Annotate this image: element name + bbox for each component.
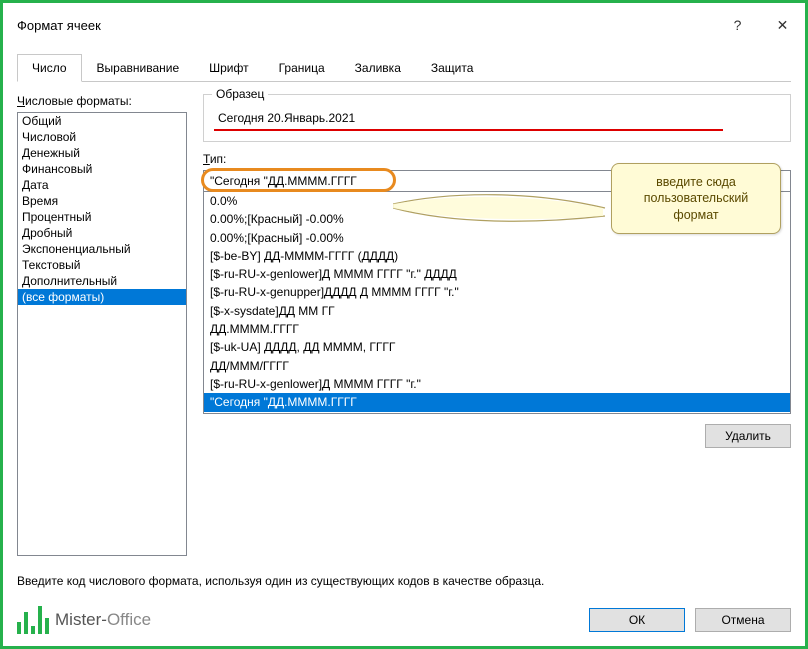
delete-button[interactable]: Удалить <box>705 424 791 448</box>
titlebar: Формат ячеек ? ✕ <box>3 3 805 47</box>
list-item[interactable]: Текстовый <box>18 257 186 273</box>
cancel-button[interactable]: Отмена <box>695 608 791 632</box>
list-item[interactable]: [$-ru-RU-x-genupper]ДДДД Д ММММ ГГГГ "г.… <box>204 283 790 301</box>
ok-button[interactable]: ОК <box>589 608 685 632</box>
list-item[interactable]: Общий <box>18 113 186 129</box>
category-label: Числовые форматы: <box>17 94 187 108</box>
list-item[interactable]: (все форматы) <box>18 289 186 305</box>
list-item[interactable]: [$-ru-RU-x-genlower]Д ММММ ГГГГ "г." ДДД… <box>204 265 790 283</box>
tab-защита[interactable]: Защита <box>416 54 489 82</box>
list-item[interactable]: ДД.ММММ.ГГГГ <box>204 320 790 338</box>
sample-legend: Образец <box>212 87 268 101</box>
hint-text: Введите код числового формата, используя… <box>17 574 791 588</box>
help-icon: ? <box>734 17 742 33</box>
list-item[interactable]: Денежный <box>18 145 186 161</box>
logo: Mister-Office <box>17 606 151 634</box>
list-item[interactable]: [$-x-sysdate]ДД ММ ГГ <box>204 302 790 320</box>
list-item[interactable]: Дата <box>18 177 186 193</box>
close-button[interactable]: ✕ <box>760 11 805 39</box>
tab-шрифт[interactable]: Шрифт <box>194 54 263 82</box>
list-item[interactable]: [$-ru-RU-x-genlower]Д ММММ ГГГГ "г." <box>204 375 790 393</box>
help-button[interactable]: ? <box>715 11 760 39</box>
tab-выравнивание[interactable]: Выравнивание <box>82 54 195 82</box>
list-item[interactable]: Экспоненциальный <box>18 241 186 257</box>
logo-text: Mister-Office <box>55 610 151 630</box>
dialog-window: Формат ячеек ? ✕ ЧислоВыравниваниеШрифтГ… <box>3 3 805 646</box>
list-item[interactable]: [$-uk-UA] ДДДД, ДД ММММ, ГГГГ <box>204 338 790 356</box>
close-icon: ✕ <box>777 17 789 34</box>
tab-граница[interactable]: Граница <box>264 54 340 82</box>
sample-groupbox: Образец Сегодня 20.Январь.2021 <box>203 94 791 142</box>
list-item[interactable]: [$-be-BY] ДД-ММММ-ГГГГ (ДДДД) <box>204 247 790 265</box>
list-item[interactable]: Время <box>18 193 186 209</box>
window-title: Формат ячеек <box>17 18 101 33</box>
category-listbox[interactable]: ОбщийЧисловойДенежныйФинансовыйДатаВремя… <box>17 112 187 556</box>
sample-value: Сегодня 20.Январь.2021 <box>214 111 780 125</box>
list-item[interactable]: "Сегодня "ДД.ММММ.ГГГГ <box>204 393 790 411</box>
list-item[interactable]: Процентный <box>18 209 186 225</box>
tab-число[interactable]: Число <box>17 54 82 82</box>
callout-box: введите сюда пользовательский формат <box>611 163 781 234</box>
annotation-underline <box>214 129 723 131</box>
list-item[interactable]: Числовой <box>18 129 186 145</box>
list-item[interactable]: Финансовый <box>18 161 186 177</box>
tab-заливка[interactable]: Заливка <box>340 54 416 82</box>
list-item[interactable]: ДД/МММ/ГГГГ <box>204 357 790 375</box>
list-item[interactable]: Дополнительный <box>18 273 186 289</box>
logo-bars-icon <box>17 606 49 634</box>
list-item[interactable]: Дробный <box>18 225 186 241</box>
tabs: ЧислоВыравниваниеШрифтГраницаЗаливкаЗащи… <box>17 53 791 82</box>
